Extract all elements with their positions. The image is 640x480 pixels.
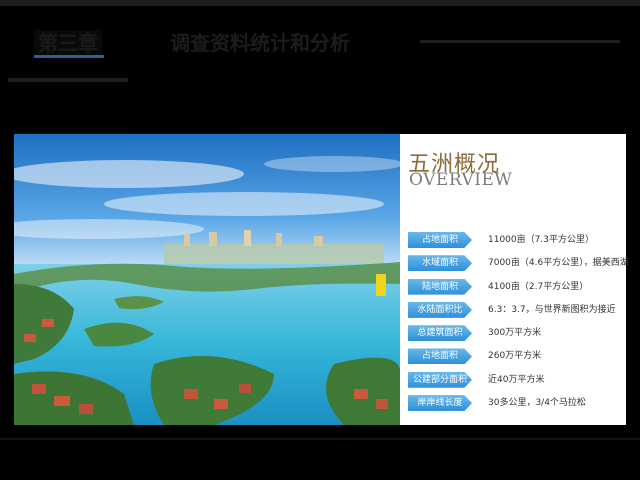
panel-subtitle: OVERVIEW <box>409 170 513 190</box>
stats-label: 占地面积 <box>408 232 472 248</box>
chapter-label: 第三章 <box>34 30 104 58</box>
stats-value: 7000亩（4.6平方公里），据美西湖 <box>488 258 629 269</box>
section-title: 调查资料统计和分析 <box>170 31 350 55</box>
stats-label: 总建筑面积 <box>408 325 472 342</box>
stats-value: 近40万平方米 <box>488 374 545 385</box>
header-artifact <box>0 0 640 6</box>
stats-row: 占地面积 260万平方米 <box>408 346 626 369</box>
header-artifact <box>420 40 620 43</box>
stats-label: 占地面积 <box>408 348 472 365</box>
header-artifact <box>8 78 128 82</box>
stats-row: 水域面积 7000亩（4.6平方公里），据美西湖 <box>408 253 629 276</box>
stats-label: 水域面积 <box>408 255 472 272</box>
chapter-underline <box>34 55 104 58</box>
stats-row: 总建筑面积 300万平方米 <box>408 323 626 346</box>
overview-panel: 五洲概况 OVERVIEW 占地面积 11000亩（7.3平方公里） 水域面积 … <box>400 134 629 425</box>
stats-label: 岸岸线长度 <box>408 395 472 412</box>
stats-value: 30多公里，3/4个马拉松 <box>488 398 586 409</box>
stats-value: 260万平方米 <box>488 351 542 362</box>
stats-value: 300万平方米 <box>488 328 542 339</box>
stats-row: 陆地面积 4100亩（2.7平方公里） <box>408 277 626 300</box>
page-header: 第三章 调查资料统计和分析 <box>0 0 640 100</box>
stats-row: 占地面积 11000亩（7.3平方公里） <box>408 230 626 253</box>
stats-label: 陆地面积 <box>408 278 472 295</box>
stats-value: 4100亩（2.7平方公里） <box>488 281 589 292</box>
stats-row: 岸岸线长度 30多公里，3/4个马拉松 <box>408 393 626 416</box>
stats-label: 水陆面积比 <box>408 301 472 318</box>
footer-divider <box>0 438 640 440</box>
lake-aerial-photo <box>14 134 400 425</box>
stats-row: 水陆面积比 6.3：3.7，与世界新图积为接近 <box>408 300 626 323</box>
overview-slide: 五洲概况 OVERVIEW 占地面积 11000亩（7.3平方公里） 水域面积 … <box>14 134 629 425</box>
stats-label: 公建部分面积 <box>408 371 472 388</box>
stats-list: 占地面积 11000亩（7.3平方公里） 水域面积 7000亩（4.6平方公里）… <box>408 230 629 416</box>
stats-value: 11000亩（7.3平方公里） <box>488 235 594 245</box>
stats-row: 公建部分面积 近40万平方米 <box>408 370 626 393</box>
stats-value: 6.3：3.7，与世界新图积为接近 <box>488 304 616 315</box>
chapter-text: 第三章 <box>38 31 98 55</box>
